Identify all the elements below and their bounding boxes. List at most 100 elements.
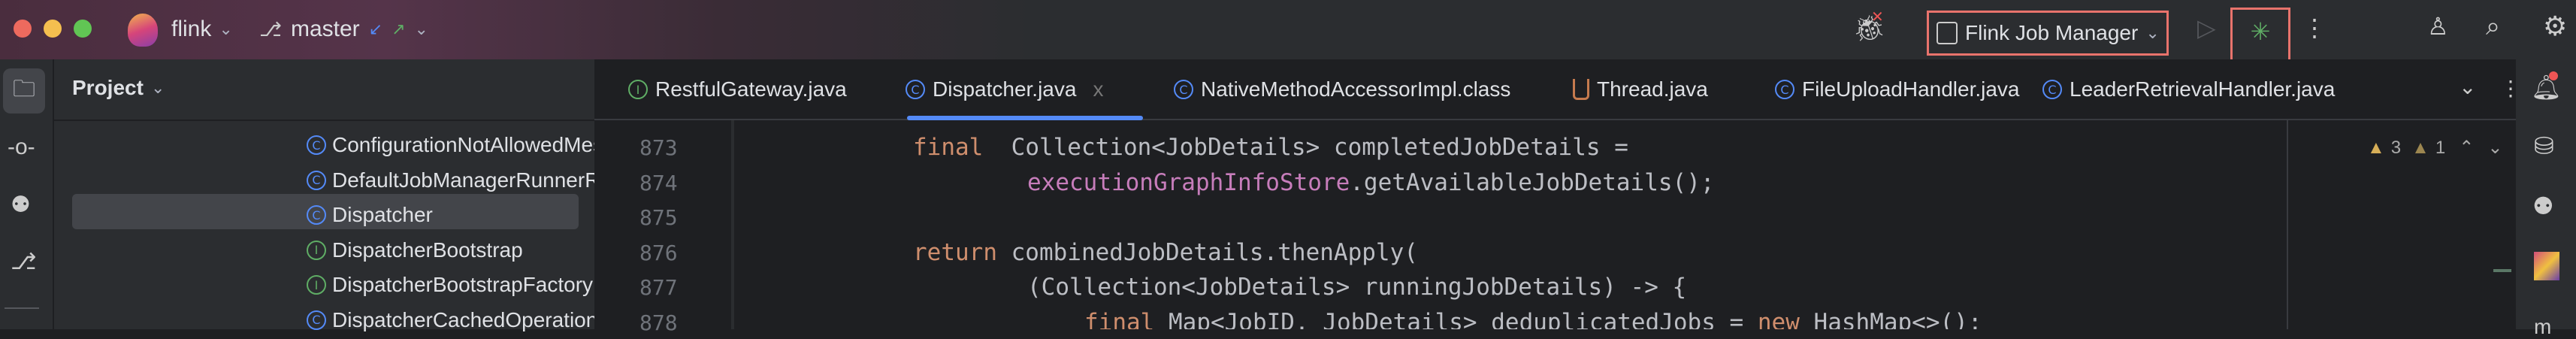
tab-label: Dispatcher.java — [933, 77, 1077, 101]
keyword-token: final — [913, 134, 984, 161]
divider — [5, 307, 39, 309]
tree-item-label: DefaultJobManagerRunnerRe — [332, 168, 612, 192]
bug-icon: ✳ — [2250, 18, 2271, 45]
code-token: (Collection<JobDetails> runningJobDetail… — [1027, 274, 1687, 301]
editor-tab[interactable]: C Dispatcher.java x — [906, 77, 1103, 101]
class-icon: C — [2042, 80, 2062, 99]
project-tree-item[interactable]: I DispatcherBootstrap — [307, 238, 523, 262]
run-config-icon — [1937, 22, 1958, 44]
add-user-icon[interactable]: ♙ — [2427, 12, 2449, 41]
change-marker — [2493, 269, 2511, 272]
code-token: Collection<JobDetails> completedJobDetai… — [983, 134, 1628, 161]
field-token: executionGraphInfoStore — [1027, 168, 1350, 196]
previous-highlight-icon[interactable]: ⌃ — [2459, 137, 2474, 159]
tree-item-label: Dispatcher — [332, 203, 433, 226]
tab-label: LeaderRetrievalHandler.java — [2070, 77, 2336, 101]
class-icon: C — [307, 135, 326, 155]
editor-tab-bar: ⌄ ⋮ I RestfulGateway.java C Dispatcher.java… — [594, 59, 2521, 120]
settings-gear-icon[interactable]: ⚙ — [2543, 11, 2567, 42]
chevron-down-icon: ⌄ — [150, 78, 165, 97]
class-icon: C — [906, 80, 925, 99]
editor-tab[interactable]: Thread.java — [1573, 77, 1708, 101]
line-number: 873 — [639, 135, 678, 160]
class-icon: C — [1174, 80, 1193, 99]
warning-icon: ▲ — [2367, 137, 2385, 158]
debug-button[interactable]: ✳ — [2230, 8, 2290, 62]
chevron-down-icon: ⌄ — [219, 20, 233, 38]
search-icon[interactable]: ⌕ — [2486, 12, 2500, 41]
interface-icon: I — [307, 240, 326, 260]
project-tree-item[interactable]: C ConfigurationNotAllowedMes — [307, 133, 603, 157]
code-line: (Collection<JobDetails> runningJobDetail… — [1027, 274, 1686, 301]
project-view-selector[interactable]: Project ⌄ — [72, 76, 165, 100]
project-selector[interactable]: flink ⌄ — [128, 11, 233, 48]
maven-icon[interactable]: m — [2534, 315, 2551, 339]
code-line: final Collection<JobDetails> completedJo… — [913, 134, 1628, 161]
pull-requests-icon[interactable]: ⎇ — [11, 249, 37, 275]
branch-name: master — [290, 17, 360, 41]
keyword-token: final — [1084, 308, 1155, 330]
project-folder-icon[interactable]: 🗀︎ — [3, 68, 45, 114]
class-icon: C — [1775, 80, 1794, 99]
title-bar: flink ⌄ ⎇ master ↙ ↗ ⌄ 🐞︎ ✕ Flink Job Man… — [0, 0, 2576, 62]
branch-icon: ⎇ — [259, 17, 282, 41]
editor-tab[interactable]: C FileUploadHandler.java — [1775, 77, 2020, 101]
plugin-icon[interactable] — [2534, 252, 2559, 280]
editor-tab[interactable]: I RestfulGateway.java — [628, 77, 847, 101]
branch-selector[interactable]: ⎇ master ↙ ↗ ⌄ — [259, 11, 428, 48]
editor-right-margin: ▲ 3 ▲ 1 ⌃ ⌄ — [2287, 120, 2516, 329]
close-tab-icon[interactable]: x — [1093, 77, 1103, 101]
project-tree-item[interactable]: C DefaultJobManagerRunnerRe — [307, 168, 612, 192]
class-icon: C — [307, 205, 326, 225]
project-tree-item[interactable]: C Dispatcher — [307, 203, 433, 227]
code-token: HashMap<>(); — [1799, 308, 1982, 330]
line-number: 875 — [639, 205, 678, 230]
line-number-gutter: 873 874 875 876 877 878 — [594, 120, 731, 335]
line-number: 877 — [639, 275, 678, 300]
interface-icon: I — [307, 275, 326, 295]
warning-count: 3 — [2390, 137, 2402, 158]
next-highlight-icon[interactable]: ⌄ — [2487, 137, 2502, 159]
java-file-icon — [1573, 79, 1589, 100]
project-tree-item[interactable]: C DispatcherCachedOperations — [307, 308, 608, 332]
code-line: executionGraphInfoStore.getAvailableJobD… — [1027, 169, 1715, 196]
ai-assistant-icon[interactable]: ⚉ — [11, 192, 31, 218]
keyword-token: return — [913, 238, 997, 266]
run-config-label: Flink Job Manager — [1965, 21, 2139, 44]
copilot-icon[interactable]: ⚉ — [2532, 192, 2554, 220]
inspection-widget[interactable]: ▲ 3 ▲ 1 ⌃ ⌄ — [2367, 137, 2502, 159]
close-window-button[interactable] — [14, 20, 32, 38]
left-tool-strip: 🗀︎ -o- ⚉ ⎇ — [0, 59, 54, 329]
minimize-window-button[interactable] — [44, 20, 62, 38]
commit-icon[interactable]: -o- — [8, 135, 35, 160]
run-configuration-selector[interactable]: Flink Job Manager ⌄ — [1927, 11, 2169, 56]
run-icon[interactable]: ▷ — [2197, 14, 2216, 42]
code-token: .getAvailableJobDetails(); — [1350, 168, 1715, 196]
debug-disabled-icon[interactable]: 🐞︎ ✕ — [1853, 9, 1885, 44]
keyword-token: new — [1757, 308, 1800, 330]
project-tree-item[interactable]: I DispatcherBootstrapFactory — [307, 273, 593, 297]
database-icon[interactable]: ⛁ — [2534, 132, 2554, 160]
line-number: 874 — [639, 170, 678, 195]
class-icon: C — [307, 310, 326, 330]
project-name: flink — [171, 17, 212, 41]
chevron-down-icon: ⌄ — [414, 20, 428, 38]
tab-list-chevron-icon[interactable]: ⌄ — [2459, 74, 2476, 99]
tab-label: FileUploadHandler.java — [1802, 77, 2020, 101]
interface-icon: I — [628, 80, 648, 99]
tree-item-label: ConfigurationNotAllowedMes — [332, 133, 604, 156]
outgoing-arrow-icon: ↗ — [392, 20, 406, 38]
tab-label: NativeMethodAccessorImpl.class — [1201, 77, 1511, 101]
maximize-window-button[interactable] — [74, 20, 92, 38]
editor-tab[interactable]: C LeaderRetrievalHandler.java — [2042, 77, 2335, 101]
weak-warning-count: 1 — [2435, 137, 2446, 158]
more-actions-icon[interactable]: ⋮ — [2302, 14, 2327, 42]
code-editor[interactable]: final Collection<JobDetails> completedJo… — [731, 120, 2287, 329]
weak-warning-icon: ▲ — [2411, 137, 2429, 158]
chevron-down-icon: ⌄ — [2145, 23, 2160, 42]
code-token: Map<JobID, JobDetails> deduplicatedJobs … — [1154, 308, 1758, 330]
tab-label: RestfulGateway.java — [655, 77, 847, 101]
line-number: 876 — [639, 240, 678, 265]
editor-tab[interactable]: C NativeMethodAccessorImpl.class — [1174, 77, 1510, 101]
notifications-bell-icon[interactable]: 🔔︎ — [2531, 71, 2562, 101]
